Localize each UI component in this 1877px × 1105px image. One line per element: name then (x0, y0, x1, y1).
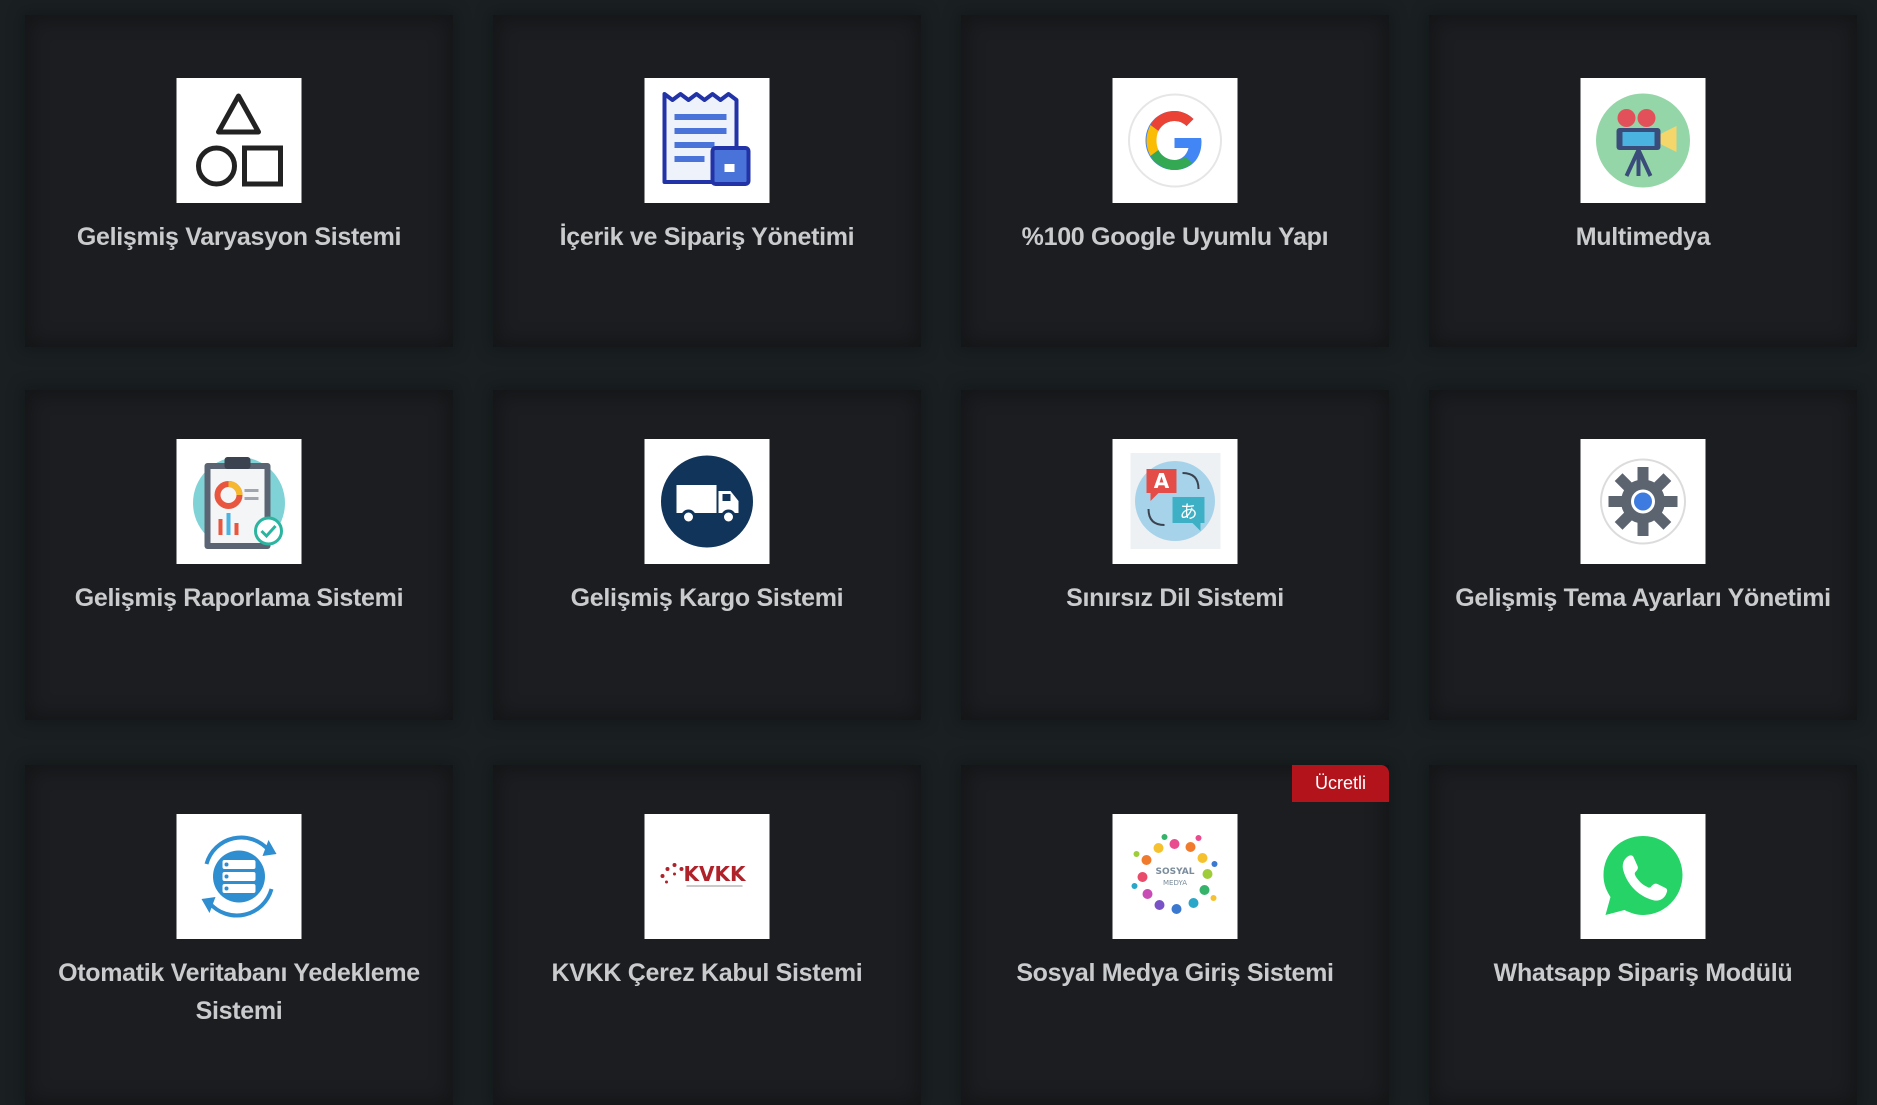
projector-icon (1580, 78, 1706, 203)
feature-label: Otomatik Veritabanı Yedekleme Sistemi (58, 959, 420, 1025)
social-media-logo-line1: SOSYAL (1156, 867, 1195, 877)
feature-label: Gelişmiş Kargo Sistemi (570, 584, 844, 612)
kvkk-logo-text: KVKK (684, 862, 747, 886)
feature-label: Gelişmiş Tema Ayarları Yönetimi (1455, 584, 1831, 612)
feature-label: Multimedya (1575, 223, 1711, 251)
gear-icon (1580, 439, 1706, 564)
paid-badge: Ücretli (1292, 765, 1389, 802)
feature-card-language[interactable]: A あ Sınırsız Dil Sistemi (961, 390, 1389, 720)
whatsapp-icon (1580, 814, 1706, 939)
database-sync-icon (176, 814, 302, 939)
feature-card-db-backup[interactable]: Otomatik Veritabanı Yedekleme Sistemi (25, 765, 453, 1105)
feature-grid: Gelişmiş Varyasyon Sistemi İçerik ve Sip… (0, 0, 1877, 1105)
feature-card-variation[interactable]: Gelişmiş Varyasyon Sistemi (25, 15, 453, 347)
shapes-icon (176, 78, 302, 203)
feature-card-google[interactable]: %100 Google Uyumlu Yapı (961, 15, 1389, 347)
feature-card-theme-settings[interactable]: Gelişmiş Tema Ayarları Yönetimi (1429, 390, 1857, 720)
feature-card-kvkk[interactable]: KVKK KVKK Çerez Kabul Sistemi (493, 765, 921, 1105)
feature-card-whatsapp[interactable]: Whatsapp Sipariş Modülü (1429, 765, 1857, 1105)
feature-label: KVKK Çerez Kabul Sistemi (551, 959, 863, 987)
feature-label: Gelişmiş Raporlama Sistemi (74, 584, 404, 612)
delivery-truck-icon (644, 439, 770, 564)
translate-letter-jp: あ (1180, 502, 1198, 523)
feature-card-multimedia[interactable]: Multimedya (1429, 15, 1857, 347)
translate-icon: A あ (1112, 439, 1238, 564)
google-icon (1112, 78, 1238, 203)
social-media-logo-line2: MEDYA (1163, 879, 1187, 887)
feature-label: Gelişmiş Varyasyon Sistemi (76, 223, 402, 251)
social-media-icon: SOSYAL MEDYA (1112, 814, 1238, 939)
report-clipboard-icon (176, 439, 302, 564)
feature-card-social-login[interactable]: Ücretli SOSYAL MEDYA Sosyal Medya Giriş … (961, 765, 1389, 1105)
translate-letter-a: A (1154, 469, 1170, 493)
feature-label: İçerik ve Sipariş Yönetimi (559, 223, 855, 251)
feature-label: Whatsapp Sipariş Modülü (1493, 959, 1793, 987)
feature-label: Sınırsız Dil Sistemi (1066, 584, 1284, 612)
feature-label: %100 Google Uyumlu Yapı (1021, 223, 1329, 251)
kvkk-logo-icon: KVKK (644, 814, 770, 939)
feature-card-cargo[interactable]: Gelişmiş Kargo Sistemi (493, 390, 921, 720)
feature-card-reporting[interactable]: Gelişmiş Raporlama Sistemi (25, 390, 453, 720)
feature-label: Sosyal Medya Giriş Sistemi (1016, 959, 1334, 987)
receipt-icon (644, 78, 770, 203)
feature-card-content-order[interactable]: İçerik ve Sipariş Yönetimi (493, 15, 921, 347)
